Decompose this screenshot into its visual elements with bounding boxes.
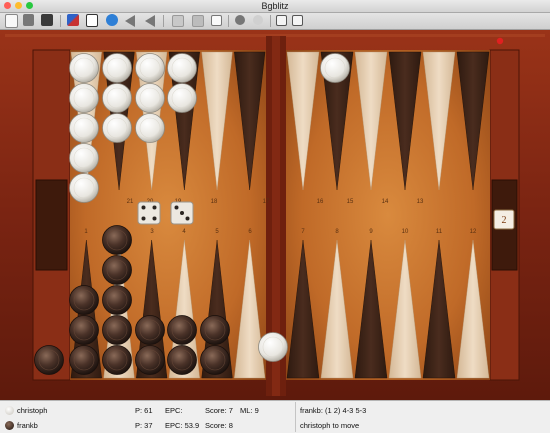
point-number-top: 14 bbox=[382, 199, 389, 205]
player2-score: Score: 8 bbox=[205, 421, 233, 430]
point-number-top: 18 bbox=[211, 199, 218, 205]
player1-name: christoph bbox=[17, 406, 48, 415]
die-pip bbox=[141, 205, 146, 210]
die-left[interactable] bbox=[137, 201, 161, 225]
player2-pips: P: 37 bbox=[135, 421, 153, 430]
backgammon-board[interactable]: 212019181716151413123456789101112 2 bbox=[0, 30, 550, 400]
player2-name: frankb bbox=[17, 421, 38, 430]
turn-indicator: christoph to move bbox=[300, 421, 360, 430]
cube-value: 2 bbox=[502, 215, 507, 226]
save-icon[interactable] bbox=[41, 14, 53, 26]
point-number-top: 21 bbox=[127, 199, 134, 205]
white-player-icon bbox=[5, 406, 14, 415]
window-title: Bgblitz bbox=[261, 1, 289, 11]
title-bar: Bgblitz bbox=[0, 0, 550, 13]
point-number-top: 13 bbox=[417, 199, 424, 205]
settings-icon[interactable] bbox=[67, 14, 79, 26]
point-number-bottom: 10 bbox=[402, 229, 409, 235]
analyze-icon[interactable] bbox=[253, 15, 263, 25]
resign-icon[interactable] bbox=[211, 15, 222, 26]
die-pip bbox=[152, 216, 157, 221]
point-number-top: 15 bbox=[347, 199, 354, 205]
hint-icon[interactable] bbox=[235, 15, 245, 25]
point-number-bottom: 11 bbox=[436, 229, 443, 235]
player1-pips: P: 61 bbox=[135, 406, 153, 415]
die-pip bbox=[174, 205, 179, 210]
point-number-top: 17 bbox=[263, 199, 270, 205]
player2-epc: EPC: 53.9 bbox=[165, 421, 200, 430]
back-icon[interactable] bbox=[125, 15, 135, 27]
point-number-top: 16 bbox=[317, 199, 324, 205]
import-icon[interactable] bbox=[86, 14, 98, 27]
match-length: ML: 9 bbox=[240, 406, 259, 415]
player1-score: Score: 7 bbox=[205, 406, 233, 415]
right-board-field bbox=[286, 50, 490, 380]
new-game-icon[interactable] bbox=[5, 14, 18, 28]
back-icon-2[interactable] bbox=[145, 15, 155, 27]
dark-player-icon bbox=[5, 421, 14, 430]
die-pip bbox=[180, 211, 184, 215]
dice-icon[interactable] bbox=[172, 15, 184, 27]
edit-icon[interactable] bbox=[292, 15, 303, 26]
board-icon[interactable] bbox=[192, 15, 204, 27]
red-indicator-icon bbox=[496, 37, 504, 45]
open-icon[interactable] bbox=[23, 14, 34, 26]
cube-icon[interactable] bbox=[276, 15, 287, 26]
toolbar bbox=[0, 13, 550, 30]
last-move: frankb: (1 2) 4-3 5-3 bbox=[300, 406, 367, 415]
status-bar: christoph P: 61 EPC: Score: 7 ML: 9 fran… bbox=[0, 400, 550, 433]
point-number-bottom: 12 bbox=[470, 229, 477, 235]
left-checker-slot bbox=[35, 179, 68, 271]
status-divider bbox=[295, 402, 296, 432]
die-pip bbox=[141, 216, 146, 221]
die-pip bbox=[152, 205, 157, 210]
player1-epc: EPC: bbox=[165, 406, 183, 415]
die-pip bbox=[185, 216, 190, 221]
undo-icon[interactable] bbox=[106, 14, 118, 26]
